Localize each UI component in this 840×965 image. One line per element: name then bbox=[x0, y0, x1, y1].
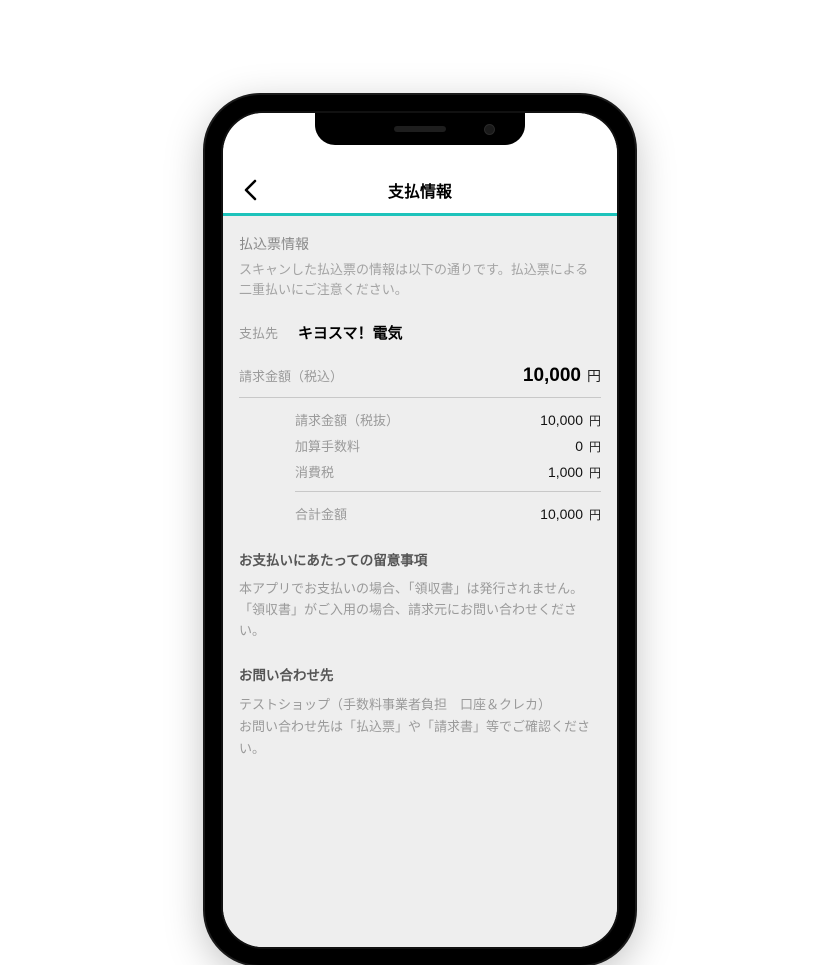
amount-sub-unit: 円 bbox=[589, 438, 601, 455]
amount-sub-num: 0 bbox=[575, 438, 583, 454]
amount-grand-unit: 円 bbox=[589, 506, 601, 523]
contact-title: お問い合わせ先 bbox=[239, 664, 601, 684]
phone-screen: 支払情報 払込票情報 スキャンした払込票の情報は以下の通りです。払込票による二重… bbox=[223, 113, 617, 947]
phone-inner-rim: 支払情報 払込票情報 スキャンした払込票の情報は以下の通りです。払込票による二重… bbox=[221, 111, 619, 949]
phone-notch bbox=[315, 113, 525, 145]
nav-header: 支払情報 bbox=[223, 167, 617, 213]
slip-info-desc: スキャンした払込票の情報は以下の通りです。払込票による二重払いにご注意ください。 bbox=[239, 260, 601, 300]
front-camera bbox=[484, 124, 495, 135]
amount-sub-label: 消費税 bbox=[295, 462, 334, 481]
speaker-grill bbox=[394, 126, 446, 132]
phone-frame: 支払情報 払込票情報 スキャンした払込票の情報は以下の通りです。払込票による二重… bbox=[205, 95, 635, 965]
amount-sub-value: 1,000 円 bbox=[548, 464, 601, 481]
amount-sub-divider bbox=[295, 491, 601, 492]
contact-line1: テストショップ（手数料事業者負担 口座＆クレカ） bbox=[239, 697, 551, 712]
amount-sub-value: 0 円 bbox=[575, 438, 601, 455]
payee-row: 支払先 キヨスマ！電気 bbox=[239, 322, 601, 343]
amount-sub-label: 請求金額（税抜） bbox=[295, 410, 399, 429]
amount-total-row: 請求金額（税込） 10,000 円 bbox=[239, 365, 601, 398]
notes-body: 本アプリでお支払いの場合、「領収書」は発行されません。「領収書」がご入用の場合、… bbox=[239, 579, 601, 641]
amount-total-label: 請求金額（税込） bbox=[239, 366, 343, 385]
page-title: 支払情報 bbox=[388, 178, 452, 202]
amount-sub-row: 加算手数料 0 円 bbox=[295, 436, 601, 455]
notes-title: お支払いにあたっての留意事項 bbox=[239, 549, 601, 569]
amount-grand-row: 合計金額 10,000 円 bbox=[295, 504, 601, 523]
amount-sub-value: 10,000 円 bbox=[540, 412, 601, 429]
payee-value: キヨスマ！電気 bbox=[298, 322, 403, 343]
contact-line2: お問い合わせ先は「払込票」や「請求書」等でご確認ください。 bbox=[239, 719, 590, 756]
chevron-left-icon bbox=[243, 179, 257, 201]
back-button[interactable] bbox=[235, 175, 265, 205]
content-area: 払込票情報 スキャンした払込票の情報は以下の通りです。払込票による二重払いにご注… bbox=[223, 216, 617, 947]
contact-section: お問い合わせ先 テストショップ（手数料事業者負担 口座＆クレカ） お問い合わせ先… bbox=[239, 664, 601, 760]
amount-sub-unit: 円 bbox=[589, 412, 601, 429]
payee-label: 支払先 bbox=[239, 323, 278, 342]
slip-info-title: 払込票情報 bbox=[239, 234, 601, 254]
contact-body: テストショップ（手数料事業者負担 口座＆クレカ） お問い合わせ先は「払込票」や「… bbox=[239, 694, 601, 760]
amount-sub-row: 消費税 1,000 円 bbox=[295, 462, 601, 481]
amount-sub-label: 加算手数料 bbox=[295, 436, 360, 455]
amount-sub-row: 請求金額（税抜） 10,000 円 bbox=[295, 410, 601, 429]
amount-grand-label: 合計金額 bbox=[295, 504, 347, 523]
amount-total-unit: 円 bbox=[587, 366, 601, 386]
notes-section: お支払いにあたっての留意事項 本アプリでお支払いの場合、「領収書」は発行されませ… bbox=[239, 549, 601, 641]
amount-block: 請求金額（税込） 10,000 円 請求金額（税抜） 10,000 円 bbox=[239, 365, 601, 523]
amount-sub-num: 10,000 bbox=[540, 412, 583, 428]
amount-grand-num: 10,000 bbox=[540, 506, 583, 522]
amount-sub-unit: 円 bbox=[589, 464, 601, 481]
amount-grand-value: 10,000 円 bbox=[540, 506, 601, 523]
amount-total-value: 10,000 円 bbox=[523, 365, 601, 387]
amount-sub-num: 1,000 bbox=[548, 464, 583, 480]
amount-sub-block: 請求金額（税抜） 10,000 円 加算手数料 0 円 bbox=[239, 410, 601, 523]
amount-total-num: 10,000 bbox=[523, 365, 581, 387]
